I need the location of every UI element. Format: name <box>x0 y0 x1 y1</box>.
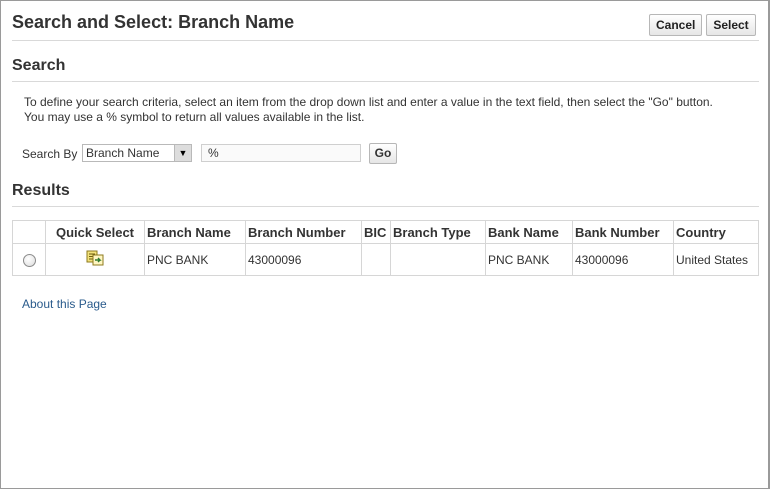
search-by-value: Branch Name <box>86 146 160 160</box>
cancel-button[interactable]: Cancel <box>649 14 702 36</box>
row-radio-button[interactable] <box>22 253 36 267</box>
column-header-bank-name[interactable]: Bank Name <box>485 220 573 244</box>
column-header-bic[interactable]: BIC <box>361 220 391 244</box>
cell-bank-number: 43000096 <box>572 243 674 276</box>
quick-select-icon[interactable] <box>86 250 104 269</box>
about-this-page-link[interactable]: About this Page <box>22 297 107 311</box>
cell-branch-type <box>390 243 486 276</box>
column-header-branch-name[interactable]: Branch Name <box>144 220 246 244</box>
quick-select-cell <box>45 243 145 276</box>
search-divider <box>12 81 759 82</box>
column-header-bank-number[interactable]: Bank Number <box>572 220 674 244</box>
cell-branch-name: PNC BANK <box>144 243 246 276</box>
instructions-line-2: You may use a % symbol to return all val… <box>24 110 365 124</box>
row-select-cell <box>12 243 46 276</box>
results-table: Quick Select Branch Name Branch Number B… <box>12 220 759 276</box>
results-divider <box>12 206 759 207</box>
cell-bank-name: PNC BANK <box>485 243 573 276</box>
header-divider <box>12 40 759 41</box>
search-section-title: Search <box>12 57 66 74</box>
search-instructions: To define your search criteria, select a… <box>24 95 744 125</box>
select-button[interactable]: Select <box>706 14 756 36</box>
search-by-label: Search By <box>22 147 78 161</box>
results-section-title: Results <box>12 182 70 199</box>
column-header-branch-type[interactable]: Branch Type <box>390 220 486 244</box>
search-by-select[interactable]: Branch Name ▼ <box>82 144 192 162</box>
search-input[interactable]: % <box>201 144 361 162</box>
cell-bic <box>361 243 391 276</box>
cell-country: United States <box>673 243 759 276</box>
column-header-country[interactable]: Country <box>673 220 759 244</box>
go-button[interactable]: Go <box>369 143 397 164</box>
page-title: Search and Select: Branch Name <box>12 12 295 32</box>
instructions-line-1: To define your search criteria, select a… <box>24 95 713 109</box>
select-column-header <box>12 220 46 244</box>
column-header-quick-select[interactable]: Quick Select <box>45 220 145 244</box>
table-header-row: Quick Select Branch Name Branch Number B… <box>12 220 759 244</box>
chevron-down-icon[interactable]: ▼ <box>174 145 191 161</box>
table-row: PNC BANK 43000096 PNC BANK 43000096 Unit… <box>12 243 759 276</box>
cell-branch-number: 43000096 <box>245 243 362 276</box>
column-header-branch-number[interactable]: Branch Number <box>245 220 362 244</box>
